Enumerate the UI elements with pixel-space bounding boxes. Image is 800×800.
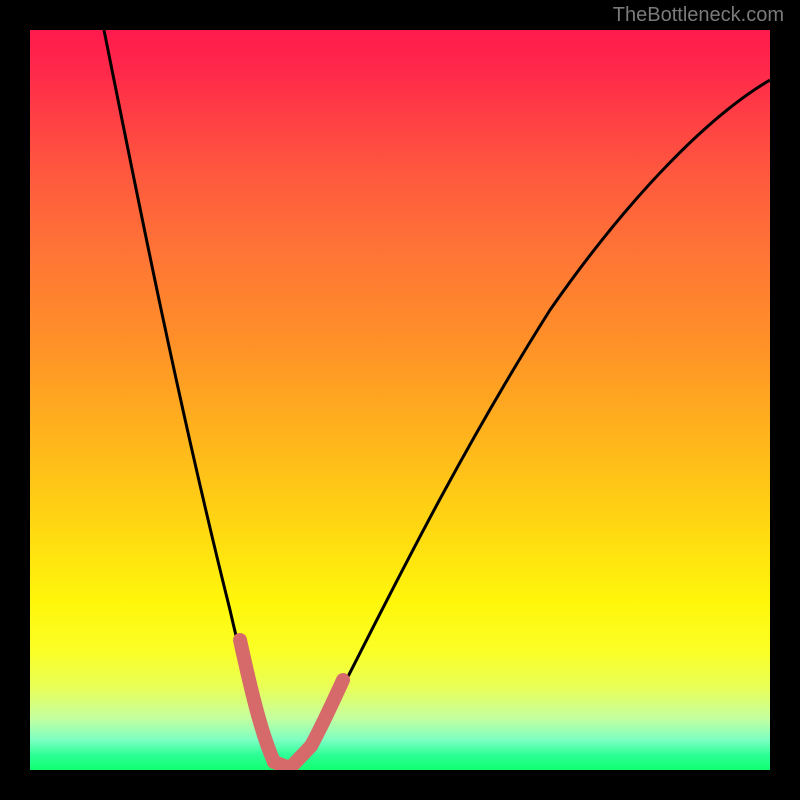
highlight-marker-right [311,680,343,746]
highlight-marker-left [240,640,274,762]
watermark-text: TheBottleneck.com [613,4,784,27]
bottleneck-curve [104,30,770,768]
curve-layer [30,30,770,770]
chart-frame: TheBottleneck.com [0,0,800,800]
plot-area [30,30,770,770]
